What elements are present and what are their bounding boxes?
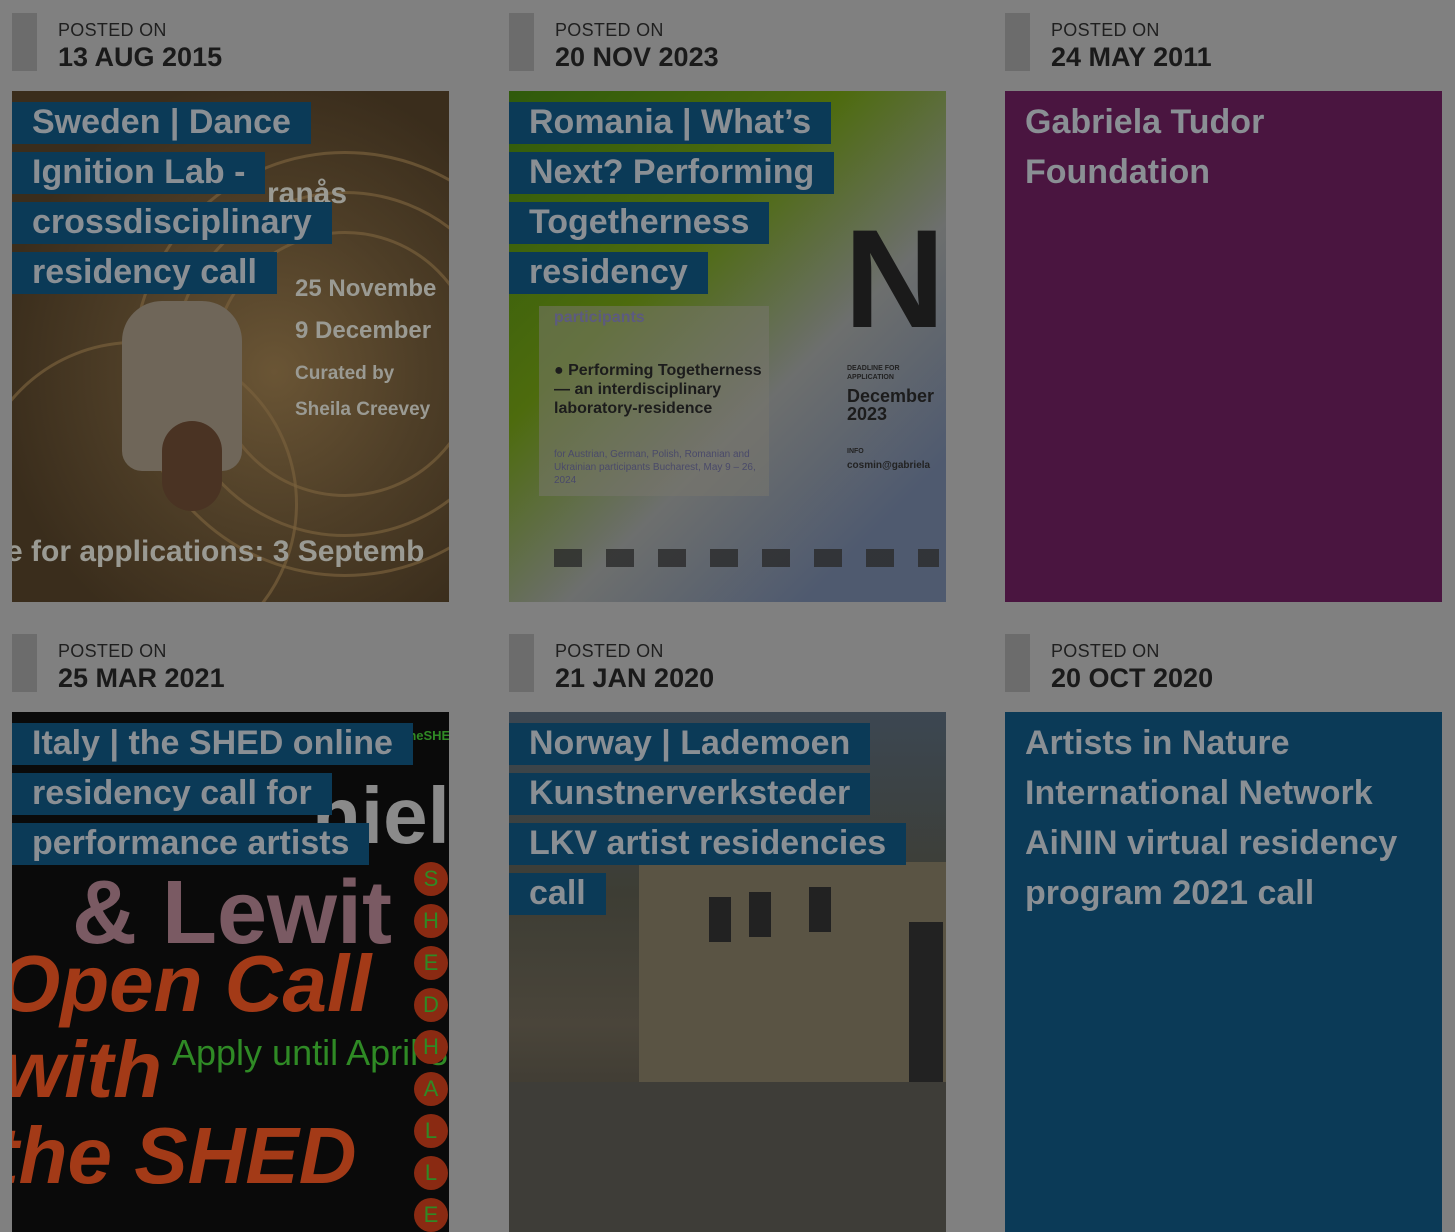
post-card[interactable]: POSTED ON 13 AUG 2015 ranås 25 Novembe 9… [12, 12, 449, 602]
post-meta: POSTED ON 13 AUG 2015 [12, 12, 449, 72]
post-title-link[interactable]: Norway | Lademoen Kunstnerverksteder LKV… [509, 723, 907, 915]
image-text: ● Performing Togetherness — an interdisc… [554, 362, 762, 417]
image-text: with [12, 1025, 162, 1114]
post-thumbnail[interactable]: Artists in Nature International Network … [1005, 712, 1442, 1232]
letter-badge: A [414, 1072, 448, 1106]
post-thumbnail[interactable]: theSHE niel & Lewit Open Call with the S… [12, 712, 449, 1232]
post-card[interactable]: POSTED ON 20 OCT 2020 Artists in Nature … [1005, 633, 1442, 1232]
post-meta: POSTED ON 20 OCT 2020 [1005, 633, 1442, 693]
post-thumbnail[interactable]: ranås 25 Novembe 9 December Curated by S… [12, 91, 449, 602]
meta-bar [1005, 634, 1030, 692]
image-text: Curated by [295, 363, 395, 384]
post-card[interactable]: POSTED ON 25 MAR 2021 theSHE niel & Lewi… [12, 633, 449, 1232]
image-text: 9 December [295, 317, 432, 344]
sponsor-logos [554, 549, 939, 567]
post-card[interactable]: POSTED ON 21 JAN 2020 Norway | Lademoen … [509, 633, 946, 1232]
posted-on-label: POSTED ON [58, 641, 167, 661]
image-text: for Austrian, German, Polish, Romanian a… [554, 449, 756, 486]
letter-badge: S [414, 862, 448, 896]
post-date: 21 JAN 2020 [555, 663, 715, 693]
post-thumbnail[interactable]: Norway | Lademoen Kunstnerverksteder LKV… [509, 712, 946, 1232]
image-text: DEADLINE FOR APPLICATION [847, 365, 900, 381]
posted-on-label: POSTED ON [555, 20, 664, 40]
post-date: 25 MAR 2021 [58, 663, 225, 693]
post-title[interactable]: Artists in Nature International Network … [1005, 718, 1405, 918]
post-title[interactable]: Romania | What’s Next? Performing Togeth… [509, 97, 909, 297]
letter-badge: L [414, 1156, 448, 1190]
meta-bar [12, 634, 37, 692]
dancer-hair [162, 421, 222, 511]
post-grid: POSTED ON 13 AUG 2015 ranås 25 Novembe 9… [0, 0, 1455, 1232]
image-text: cosmin@gabriela [847, 460, 931, 471]
post-card[interactable]: POSTED ON 24 MAY 2011 Gabriela Tudor Fou… [1005, 12, 1442, 602]
letter-badge: E [414, 1198, 448, 1232]
image-text: Open Call [12, 939, 372, 1028]
post-title-link[interactable]: Artists in Nature International Network … [1005, 723, 1417, 915]
post-date: 24 MAY 2011 [1051, 42, 1212, 72]
post-title-link[interactable]: Gabriela Tudor Foundation [1005, 102, 1284, 194]
image-text: e for applications: 3 Septemb [12, 535, 425, 568]
posted-on-label: POSTED ON [58, 20, 167, 40]
meta-bar [12, 13, 37, 71]
posted-on-label: POSTED ON [555, 641, 664, 661]
image-text: INFO [847, 448, 864, 455]
posted-on-label: POSTED ON [1051, 20, 1160, 40]
post-meta: POSTED ON 25 MAR 2021 [12, 633, 449, 693]
post-title[interactable]: Gabriela Tudor Foundation [1005, 97, 1405, 197]
post-date: 13 AUG 2015 [58, 42, 223, 72]
post-card[interactable]: POSTED ON 20 NOV 2023 Ne participants ● … [509, 12, 946, 602]
post-title-link[interactable]: Romania | What’s Next? Performing Togeth… [509, 102, 835, 294]
letter-badge: H [414, 904, 448, 938]
post-meta: POSTED ON 24 MAY 2011 [1005, 12, 1442, 72]
posted-on-label: POSTED ON [1051, 641, 1160, 661]
letter-badge: E [414, 946, 448, 980]
post-date: 20 OCT 2020 [1051, 663, 1214, 693]
building-door [909, 922, 943, 1082]
meta-bar [509, 634, 534, 692]
letter-badge: D [414, 988, 448, 1022]
post-title[interactable]: Italy | the SHED online residency call f… [12, 718, 413, 868]
image-text: December 2023 [847, 386, 935, 424]
post-meta: POSTED ON 20 NOV 2023 [509, 12, 946, 72]
post-date: 20 NOV 2023 [555, 42, 719, 72]
post-meta: POSTED ON 21 JAN 2020 [509, 633, 946, 693]
post-title[interactable]: Sweden | Dance Ignition Lab - crossdisci… [12, 97, 412, 297]
image-text: the SHED [12, 1111, 357, 1200]
letter-badge: L [414, 1114, 448, 1148]
post-title-link[interactable]: Sweden | Dance Ignition Lab - crossdisci… [12, 102, 332, 294]
vertical-letters: S H E D H A L L E [414, 862, 449, 1232]
post-title[interactable]: Norway | Lademoen Kunstnerverksteder LKV… [509, 718, 909, 918]
meta-bar [1005, 13, 1030, 71]
post-thumbnail[interactable]: Gabriela Tudor Foundation [1005, 91, 1442, 602]
image-text: Apply until April 8 [172, 1032, 449, 1073]
ground [509, 1082, 946, 1232]
image-text: participants [554, 309, 645, 326]
post-thumbnail[interactable]: Ne participants ● Performing Togethernes… [509, 91, 946, 602]
letter-badge: H [414, 1030, 448, 1064]
post-title-link[interactable]: Italy | the SHED online residency call f… [12, 723, 413, 865]
meta-bar [509, 13, 534, 71]
image-text: Sheila Creevey [295, 399, 431, 420]
